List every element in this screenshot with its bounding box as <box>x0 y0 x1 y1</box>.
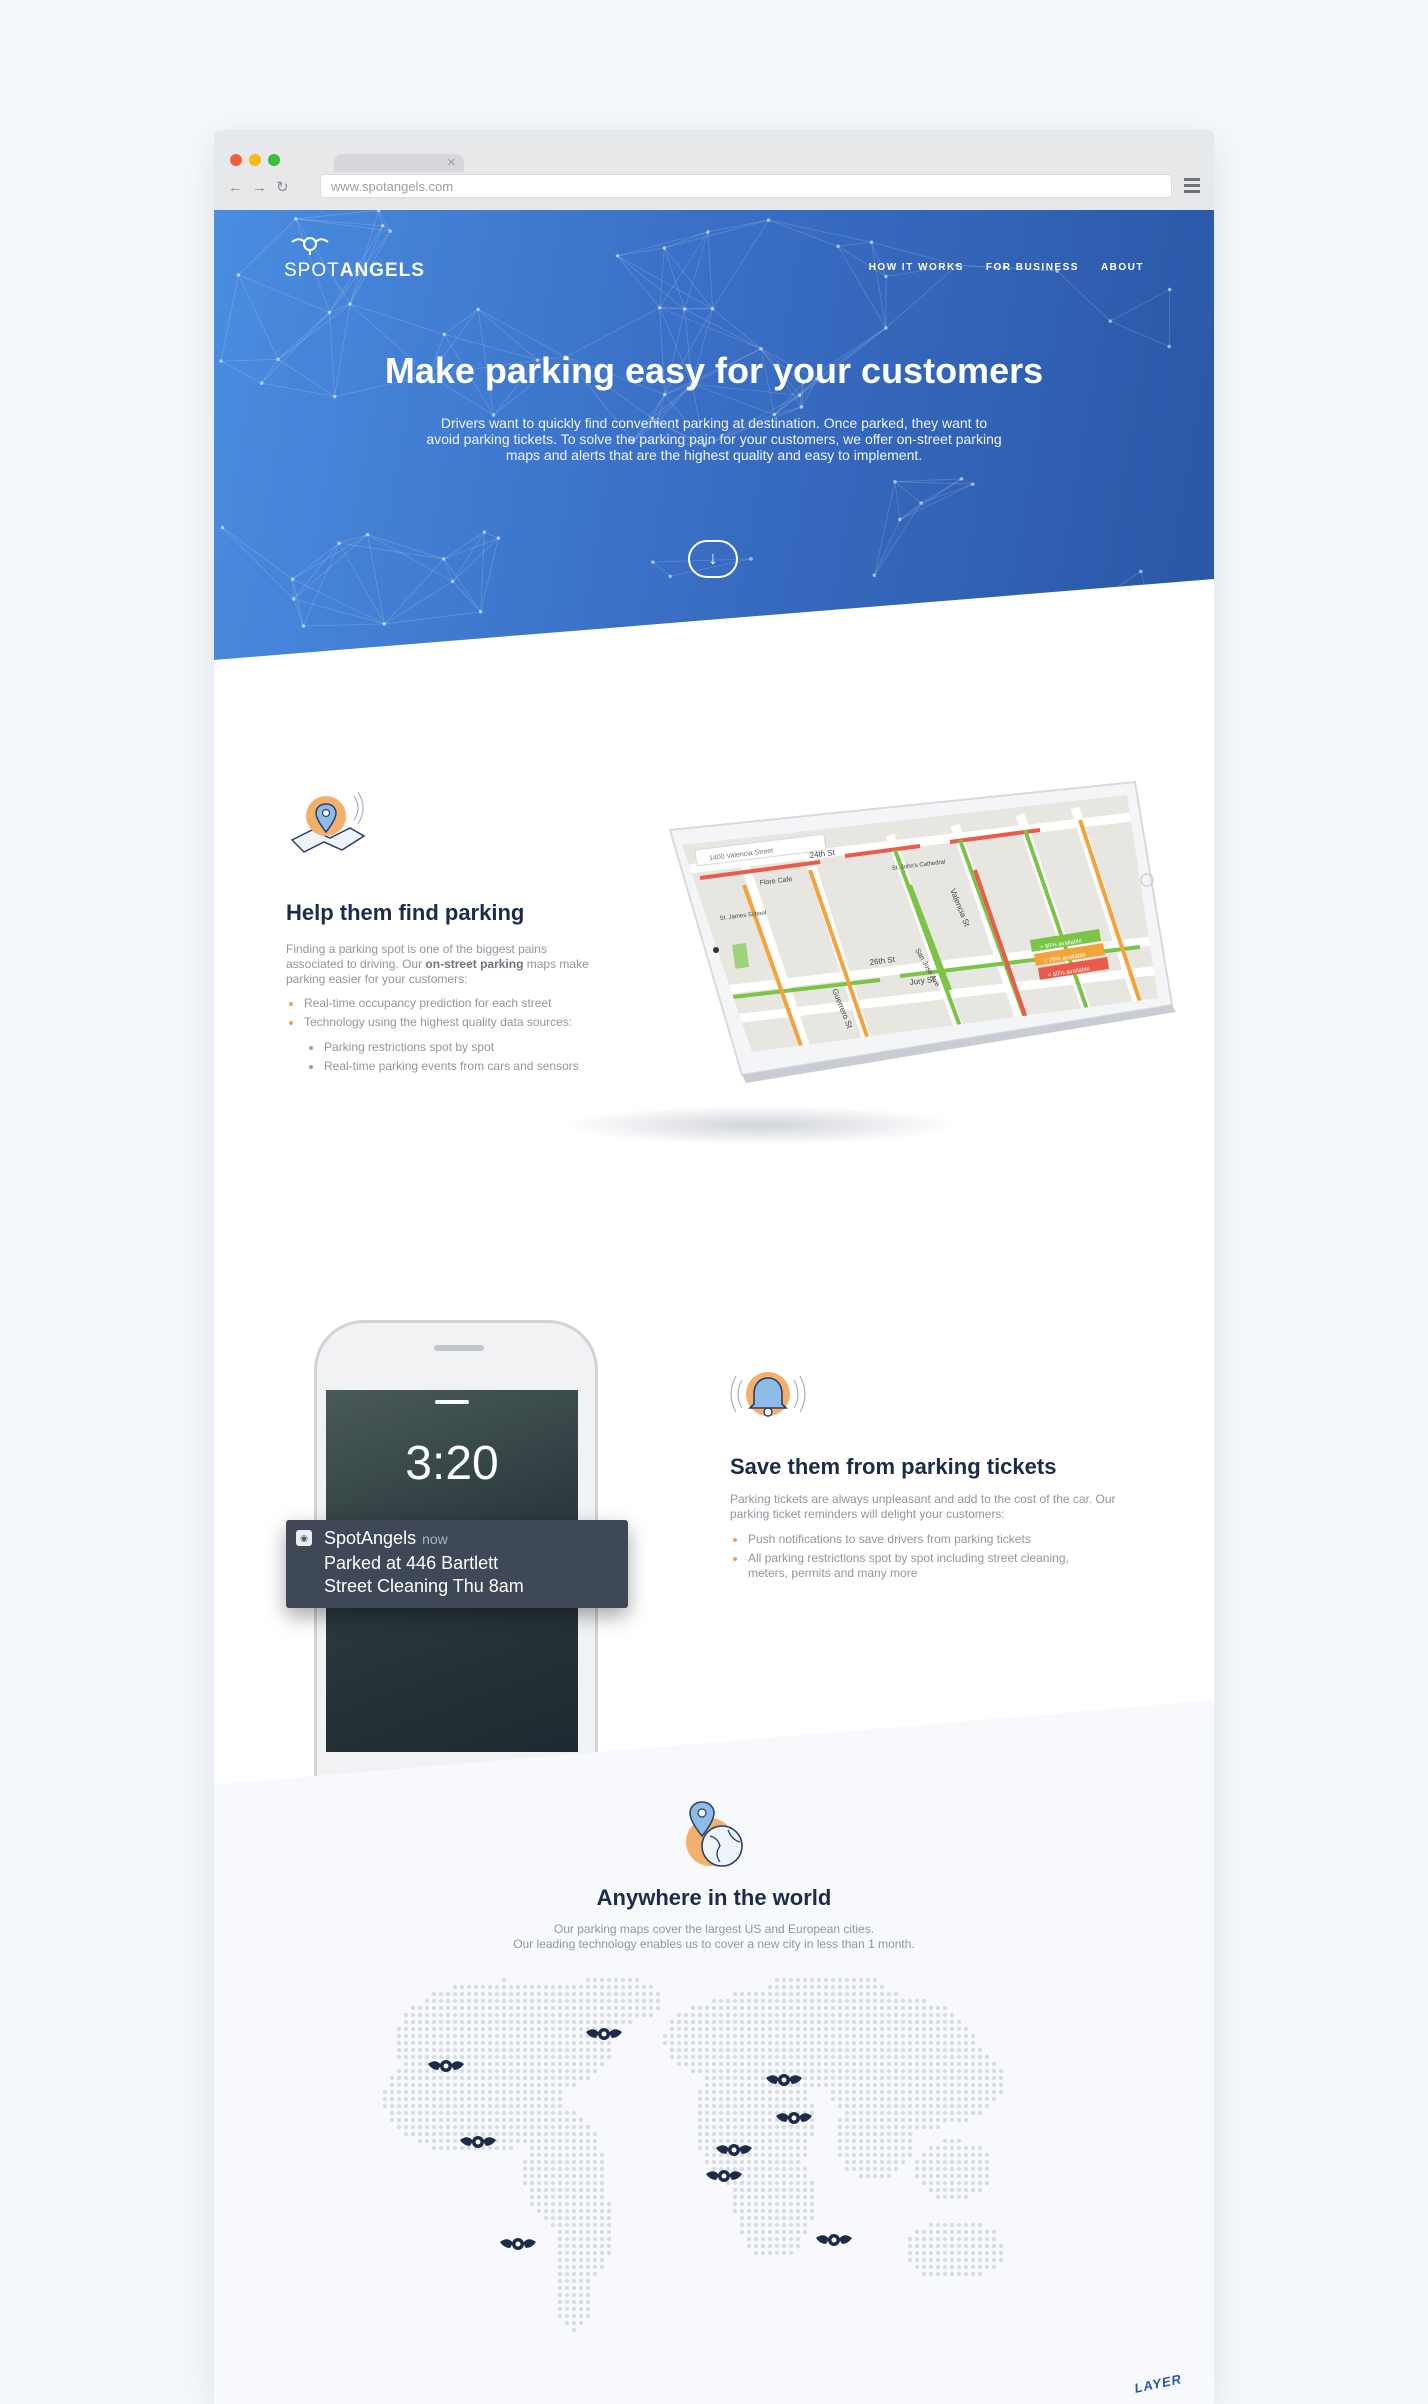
lock-screen-clock: 3:20 <box>405 1437 499 1490</box>
hero-title: Make parking easy for your customers <box>384 350 1044 391</box>
list-item: Real-time parking events from cars and s… <box>306 1059 626 1074</box>
browser-nav-buttons: ←→↻ <box>228 178 298 196</box>
bell-icon <box>730 1372 806 1417</box>
ipad-mockup: 1400 Valencia Street 24th St 26th St Jur… <box>668 780 1176 1083</box>
angel-marker-icon[interactable] <box>586 2028 622 2040</box>
world-text: Our parking maps cover the largest US an… <box>513 1922 915 1951</box>
tickets-bullets: Push notifications to save drivers from … <box>730 1532 1090 1585</box>
list-item: Push notifications to save drivers from … <box>730 1532 1090 1547</box>
close-window-button[interactable] <box>230 154 242 166</box>
top-nav: HOW IT WORKS FOR BUSINESS ABOUT <box>869 262 1144 273</box>
list-item: Technology using the highest quality dat… <box>286 1015 626 1030</box>
tab-close-icon[interactable]: ✕ <box>447 156 456 169</box>
address-bar[interactable]: www.spotangels.com <box>320 174 1172 198</box>
list-item: All parking restrictions spot by spot in… <box>730 1551 1090 1581</box>
tickets-title: Save them from parking tickets <box>730 1454 1057 1479</box>
find-parking-intro: Finding a parking spot is one of the big… <box>286 942 589 986</box>
back-arrow-icon[interactable]: ← <box>228 179 252 196</box>
arrow-down-icon: ↓ <box>708 548 718 568</box>
hero-text: Drivers want to quickly find convenient … <box>426 415 1002 463</box>
maximize-window-button[interactable] <box>268 154 280 166</box>
angel-marker-icon[interactable] <box>776 2112 812 2124</box>
forward-arrow-icon[interactable]: → <box>252 179 276 196</box>
scroll-down-button[interactable]: ↓ <box>688 540 738 578</box>
phone-speaker <box>434 1345 484 1351</box>
angel-marker-icon[interactable] <box>706 2170 742 2182</box>
angel-logo-icon <box>291 237 329 255</box>
app-notification-icon: ◉ <box>296 1530 312 1546</box>
notification-body: Parked at 446 Bartlett Street Cleaning T… <box>324 1553 524 1596</box>
map-pin-icon <box>290 791 366 853</box>
angel-marker-icon[interactable] <box>500 2238 536 2250</box>
browser-tab[interactable]: ✕ <box>334 154 464 172</box>
browser-window: ✕ ←→↻ www.spotangels.com SPOTANGELS HOW … <box>214 130 1214 2404</box>
tickets-intro: Parking tickets are always unpleasant an… <box>730 1492 1116 1521</box>
screen-handle <box>435 1400 469 1404</box>
notification-time: now <box>422 1531 448 1547</box>
minimize-window-button[interactable] <box>249 154 261 166</box>
reload-icon[interactable]: ↻ <box>276 179 298 196</box>
find-parking-sub-bullets: Parking restrictions spot by spot Real-t… <box>306 1040 626 1078</box>
angel-marker-icon[interactable] <box>816 2234 852 2246</box>
world-dot-map <box>382 1977 1004 2333</box>
hero-section: SPOTANGELS HOW IT WORKS FOR BUSINESS ABO… <box>214 210 1214 660</box>
browser-chrome: ✕ ←→↻ www.spotangels.com <box>214 130 1214 211</box>
find-parking-title: Help them find parking <box>286 900 525 925</box>
list-item: Parking restrictions spot by spot <box>306 1040 626 1055</box>
ipad-camera <box>713 947 719 953</box>
find-parking-bullets: Real-time occupancy prediction for each … <box>286 996 626 1034</box>
nav-how-it-works[interactable]: HOW IT WORKS <box>869 262 964 273</box>
nav-for-business[interactable]: FOR BUSINESS <box>986 262 1079 273</box>
world-title: Anywhere in the world <box>596 1885 832 1910</box>
list-item: Real-time occupancy prediction for each … <box>286 996 626 1011</box>
notification-app-name: SpotAngels now <box>324 1528 448 1548</box>
globe-pin-icon <box>686 1801 743 1867</box>
hamburger-menu-icon[interactable] <box>1184 178 1200 196</box>
nav-about[interactable]: ABOUT <box>1101 262 1144 273</box>
push-notification[interactable]: ◉ SpotAngels now Parked at 446 Bartlett S… <box>286 1520 628 1608</box>
